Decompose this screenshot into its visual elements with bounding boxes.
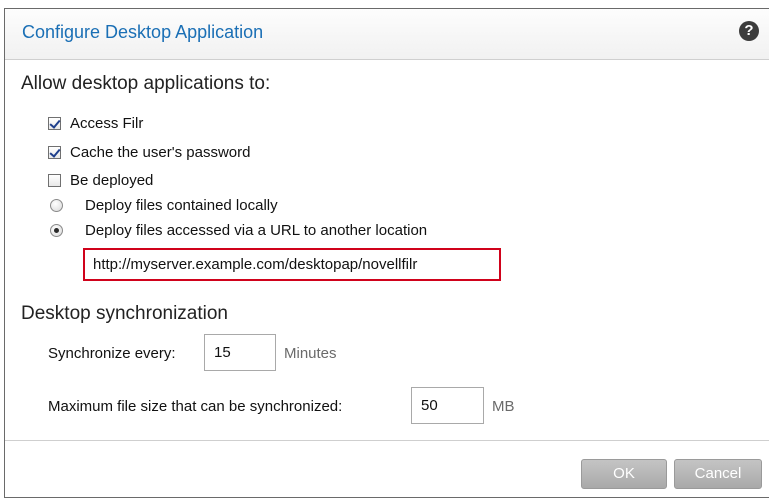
- help-icon[interactable]: ?: [739, 21, 759, 41]
- deploy-url-label: Deploy files accessed via a URL to anoth…: [85, 221, 428, 239]
- be-deployed-label: Be deployed: [70, 171, 154, 189]
- be-deployed-checkbox[interactable]: [48, 173, 61, 187]
- configure-desktop-application-dialog: Configure Desktop Application ? Allow de…: [4, 8, 769, 498]
- cache-password-checkbox[interactable]: [48, 145, 61, 159]
- deploy-local-radio[interactable]: [50, 198, 63, 212]
- deploy-url-radio[interactable]: [50, 223, 63, 237]
- ok-button[interactable]: OK: [581, 459, 667, 489]
- access-filr-label: Access Filr: [70, 114, 144, 132]
- sync-interval-label: Synchronize every:: [48, 345, 176, 362]
- cache-password-label: Cache the user's password: [70, 143, 251, 161]
- deploy-url-option[interactable]: Deploy files accessed via a URL to anoth…: [48, 220, 427, 240]
- max-size-label: Maximum file size that can be synchroniz…: [48, 398, 343, 415]
- allow-section-heading: Allow desktop applications to:: [21, 73, 271, 94]
- sync-interval-input[interactable]: [204, 334, 276, 371]
- access-filr-option[interactable]: Access Filr: [48, 113, 143, 133]
- sync-section-heading: Desktop synchronization: [21, 303, 228, 324]
- cancel-button[interactable]: Cancel: [674, 459, 762, 489]
- deploy-local-label: Deploy files contained locally: [85, 196, 278, 214]
- sync-interval-unit: Minutes: [284, 345, 337, 362]
- access-filr-checkbox[interactable]: [48, 116, 61, 130]
- dialog-titlebar: Configure Desktop Application ?: [5, 9, 769, 60]
- max-size-unit: MB: [492, 398, 515, 415]
- be-deployed-option[interactable]: Be deployed: [48, 170, 153, 190]
- deploy-url-input[interactable]: [83, 248, 501, 281]
- dialog-footer: OK Cancel: [5, 440, 769, 497]
- dialog-title: Configure Desktop Application: [22, 22, 264, 42]
- cache-password-option[interactable]: Cache the user's password: [48, 142, 250, 162]
- max-size-input[interactable]: [411, 387, 484, 424]
- deploy-local-option[interactable]: Deploy files contained locally: [48, 195, 278, 215]
